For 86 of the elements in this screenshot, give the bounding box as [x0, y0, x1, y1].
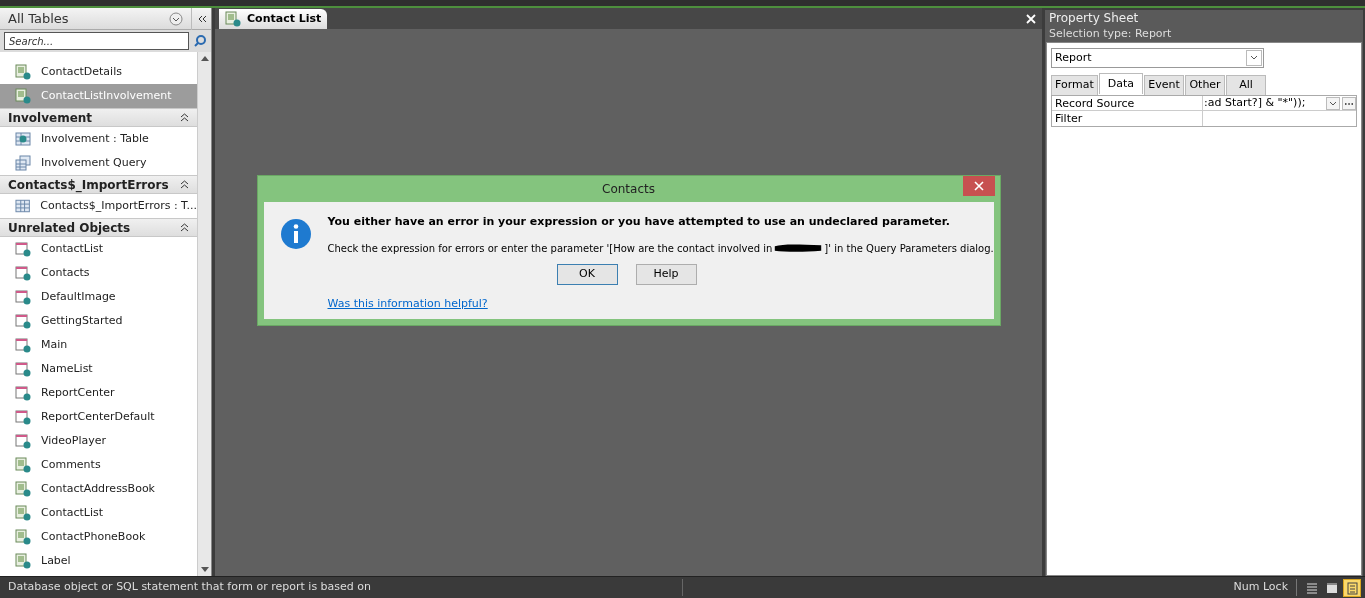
scroll-up-icon[interactable] [199, 54, 210, 62]
status-text: Database object or SQL statement that form or report is based on [8, 579, 683, 596]
property-tab[interactable]: Data [1098, 73, 1144, 94]
search-icon[interactable] [193, 34, 207, 48]
document-tab[interactable]: Contact List [219, 9, 328, 29]
search-field[interactable]: Search... [4, 32, 189, 50]
builder-icon[interactable] [1342, 96, 1356, 110]
report-icon [15, 457, 31, 473]
message-heading: You either have an error in your expression or you have attempted to use an undeclared parameter. [327, 214, 951, 230]
navigation-item[interactable]: VideoPlayer [0, 429, 197, 453]
navigation-item[interactable]: Main [0, 333, 197, 357]
property-tab[interactable]: All [1226, 75, 1267, 95]
dialog-button[interactable]: OK [556, 263, 618, 285]
table-icon [15, 198, 31, 214]
message-text: ]' in the Query Parameters dialog. [824, 241, 994, 256]
double-chevron-icon [196, 13, 207, 24]
navigation-item[interactable]: Contacts$_ImportErrors : T... [0, 194, 197, 218]
object-dropdown[interactable]: Report [1051, 48, 1264, 68]
form-icon [15, 409, 31, 425]
navigation-item[interactable]: ContactAddressBook [0, 477, 197, 501]
navigation-item[interactable]: Involvement Query [0, 151, 197, 175]
report-icon [225, 11, 241, 27]
collapse-icon [180, 180, 189, 189]
design-view-icon [1345, 580, 1359, 595]
dialog-button[interactable]: Help [635, 263, 697, 285]
scroll-down-icon[interactable] [199, 566, 210, 574]
close-button[interactable] [1026, 13, 1036, 24]
navigation-item[interactable]: ContactList [0, 501, 197, 525]
report-icon [15, 481, 31, 497]
navigation-item[interactable]: ReportCenterDefault [0, 405, 197, 429]
dropdown-icon[interactable] [1326, 96, 1340, 110]
form-icon [15, 361, 31, 377]
property-name: Record Source [1052, 96, 1203, 110]
form-icon [15, 313, 31, 329]
form-icon [15, 337, 31, 353]
datasheet-view-icon [1305, 580, 1319, 595]
property-tab[interactable]: Format [1051, 75, 1098, 95]
group-header[interactable]: Contacts$_ImportErrors [0, 175, 197, 194]
close-button[interactable] [962, 176, 995, 196]
pane-title: All Tables [7, 9, 70, 28]
report-icon [15, 88, 31, 104]
dialog-title: Contacts [602, 181, 655, 198]
navigation-item[interactable]: ContactList [0, 237, 197, 261]
close-icon [1026, 13, 1036, 24]
dropdown-icon[interactable] [169, 11, 183, 26]
help-link[interactable]: Was this information helpful? [327, 295, 994, 312]
form-view-icon [1325, 580, 1339, 595]
form-icon [15, 289, 31, 305]
collapse-icon [180, 113, 189, 122]
panel-title: Property Sheet [1049, 10, 1139, 27]
navigation-item[interactable]: ContactPhoneBook [0, 525, 197, 549]
navigation-item[interactable]: Label [0, 549, 197, 573]
info-icon [279, 218, 312, 250]
report-icon [15, 553, 31, 569]
num-lock-indicator: Num Lock [1233, 579, 1297, 596]
navigation-item[interactable]: ContactDetails [0, 60, 197, 84]
close-icon [973, 181, 984, 191]
property-name: Filter [1052, 111, 1203, 126]
navigation-item[interactable]: GettingStarted [0, 309, 197, 333]
navigation-item[interactable]: ReportCenter [0, 381, 197, 405]
report-icon [15, 64, 31, 80]
property-tab[interactable]: Event [1144, 75, 1185, 95]
navigation-item[interactable]: NameList [0, 357, 197, 381]
form-icon [15, 265, 31, 281]
property-tab[interactable]: Other [1185, 75, 1226, 95]
selection-type: Selection type: Report [1048, 26, 1173, 42]
form-icon [15, 241, 31, 257]
report-icon [15, 529, 31, 545]
message-text: Check the expression for errors or enter the parameter '[How are the contact involved in [327, 241, 773, 256]
design-view-button[interactable] [1343, 578, 1361, 597]
form-icon [15, 385, 31, 401]
property-value-field[interactable]: :ad Start?] & "*")); [1203, 96, 1356, 110]
dropdown-icon[interactable] [1250, 55, 1258, 61]
navigation-item[interactable]: Involvement : Table [0, 127, 197, 151]
group-header[interactable]: Involvement [0, 108, 197, 127]
redaction-mark [773, 242, 824, 254]
navigation-item[interactable]: Comments [0, 453, 197, 477]
collapse-icon [180, 223, 189, 232]
form-icon [15, 433, 31, 449]
navigation-item[interactable]: Contacts [0, 261, 197, 285]
report-icon [15, 505, 31, 521]
query-icon [15, 155, 31, 171]
table-icon [15, 131, 31, 147]
group-header[interactable]: Unrelated Objects [0, 218, 197, 237]
navigation-item[interactable]: DefaultImage [0, 285, 197, 309]
scrollbar[interactable] [197, 52, 211, 576]
